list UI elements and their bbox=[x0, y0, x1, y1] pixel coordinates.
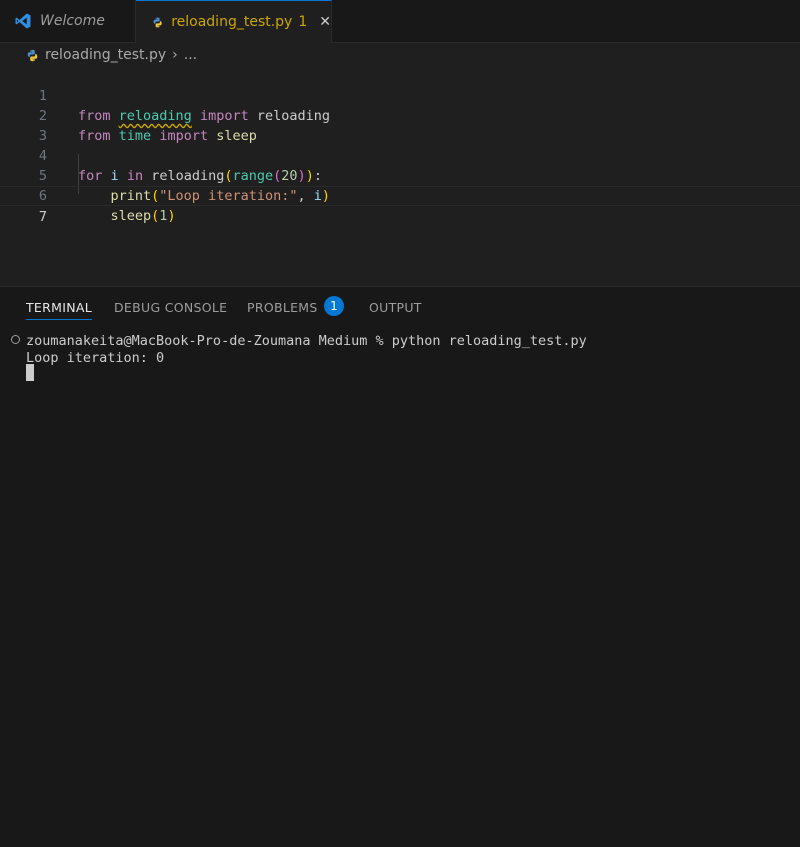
tab-welcome-label: Welcome bbox=[40, 13, 105, 29]
breadcrumb-more[interactable]: ... bbox=[184, 47, 197, 63]
python-icon bbox=[153, 17, 162, 27]
tab-problems[interactable]: PROBLEMS bbox=[247, 297, 318, 319]
breadcrumb: reloading_test.py › ... bbox=[0, 43, 800, 67]
tab-welcome[interactable]: Welcome bbox=[0, 0, 136, 42]
breadcrumb-file[interactable]: reloading_test.py bbox=[45, 47, 166, 63]
code-line-5[interactable]: 5 print("Loop iteration:", i) bbox=[0, 146, 800, 204]
code-line-2[interactable]: 2 from time import sleep bbox=[0, 86, 800, 144]
code-line-7[interactable]: 7 bbox=[0, 186, 800, 225]
tab-output[interactable]: OUTPUT bbox=[369, 297, 422, 319]
chevron-right-icon: › bbox=[172, 47, 178, 63]
tab-terminal[interactable]: TERMINAL bbox=[26, 297, 92, 320]
python-icon bbox=[27, 49, 38, 61]
code-editor[interactable]: 1 from reloading import reloading 2 from… bbox=[0, 66, 800, 286]
tab-reloading-test[interactable]: reloading_test.py 1 ✕ bbox=[136, 0, 332, 43]
bottom-panel: TERMINAL DEBUG CONSOLE PROBLEMS 1 OUTPUT… bbox=[0, 287, 800, 847]
line-number: 7 bbox=[38, 209, 47, 225]
terminal-cursor bbox=[26, 364, 34, 381]
code-line-6[interactable]: 6 sleep(1) bbox=[0, 166, 800, 224]
terminal-line: zoumanakeita@MacBook-Pro-de-Zoumana Medi… bbox=[26, 333, 587, 349]
close-icon[interactable]: ✕ bbox=[319, 14, 331, 30]
code-line-1[interactable]: 1 from reloading import reloading bbox=[0, 66, 800, 124]
tab-reloading-test-label: reloading_test.py bbox=[171, 14, 293, 30]
code-text: sleep(1) bbox=[110, 208, 176, 224]
problems-count-badge: 1 bbox=[324, 296, 344, 316]
vscode-logo-icon bbox=[15, 13, 31, 29]
editor-tab-bar: Welcome reloading_test.py 1 ✕ bbox=[0, 0, 800, 43]
code-line-3[interactable]: 3 bbox=[0, 106, 800, 144]
tab-debug-console[interactable]: DEBUG CONSOLE bbox=[114, 297, 227, 319]
terminal-line: Loop iteration: 0 bbox=[26, 350, 165, 366]
command-decoration-icon[interactable] bbox=[11, 335, 20, 344]
tab-problem-count: 1 bbox=[298, 14, 308, 30]
code-line-4[interactable]: 4 for i in reloading(range(20)): bbox=[0, 126, 800, 184]
